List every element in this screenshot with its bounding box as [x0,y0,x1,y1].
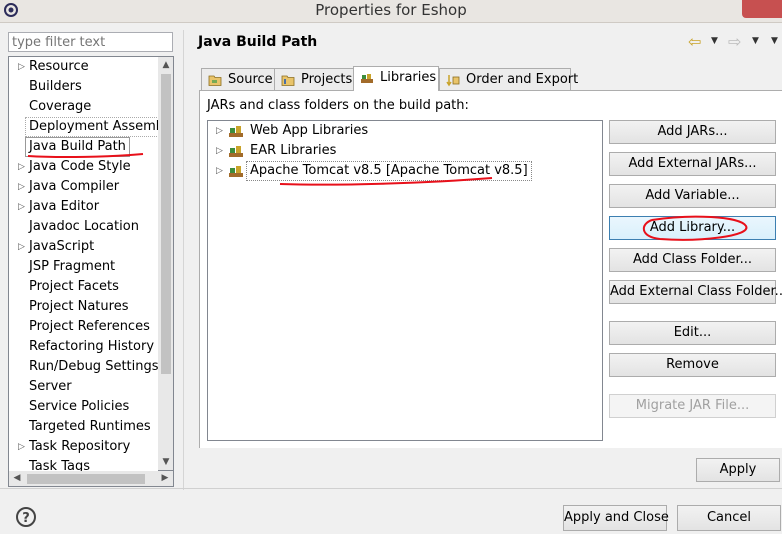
view-menu-icon[interactable]: ▼ [771,36,778,46]
remove-button[interactable]: Remove [609,353,776,377]
expand-arrow-icon[interactable]: ▷ [18,197,26,217]
tab-source[interactable]: Source [201,68,275,90]
apply-and-close-button[interactable]: Apply and Close [563,505,669,531]
add-external-class-folder-button[interactable]: Add External Class Folder... [609,280,782,304]
expand-arrow-icon[interactable]: ▷ [18,437,26,457]
expand-arrow-icon[interactable]: ▷ [18,237,26,257]
order-export-icon [446,75,460,87]
property-page-tree: ▷ Resource Builders Coverage Deployment A… [8,56,160,473]
tab-projects[interactable]: Projects [274,68,354,90]
expand-arrow-icon[interactable]: ▷ [18,57,26,77]
tree-horizontal-scrollbar[interactable]: ◀ ▶ [8,471,174,487]
build-path-label: JARs and class folders on the build path… [207,98,469,113]
add-library-button[interactable]: Add Library... [609,216,776,240]
forward-arrow-icon[interactable]: ⇨ [728,32,741,51]
projects-icon [281,75,295,86]
library-icon [229,166,243,177]
window-close-button[interactable] [742,0,782,18]
tab-order-and-export[interactable]: Order and Export [439,68,578,90]
page-title: Java Build Path [198,34,318,50]
scrollbar-thumb[interactable] [27,474,145,484]
add-jars-button[interactable]: Add JARs... [609,120,776,144]
chevron-down-icon[interactable]: ▼ [711,36,718,46]
chevron-down-icon[interactable]: ▼ [752,36,759,46]
scroll-left-icon[interactable]: ◀ [9,471,25,487]
tree-vertical-scrollbar[interactable]: ▲ ▼ [158,56,174,471]
expand-arrow-icon[interactable]: ▷ [216,161,223,181]
add-external-jars-button[interactable]: Add External JARs... [609,152,776,176]
expand-arrow-icon[interactable]: ▷ [18,177,26,197]
source-folder-icon [208,75,222,86]
add-class-folder-button[interactable]: Add Class Folder... [609,248,776,272]
tab-libraries[interactable]: Libraries [353,66,439,91]
filter-input[interactable] [8,32,173,52]
expand-arrow-icon[interactable]: ▷ [216,121,223,141]
library-icon [229,126,243,137]
scroll-right-icon[interactable]: ▶ [157,471,173,487]
panel-divider[interactable] [183,30,184,490]
add-variable-button[interactable]: Add Variable... [609,184,776,208]
libraries-icon [361,74,373,83]
title-bar: Properties for Eshop [0,0,782,23]
cancel-button[interactable]: Cancel [677,505,781,531]
scrollbar-thumb[interactable] [161,74,171,374]
expand-arrow-icon[interactable]: ▷ [18,157,26,177]
library-icon [229,146,243,157]
library-list: ▷ Web App Libraries ▷ EAR Libraries ▷ Ap… [207,120,603,441]
bottom-divider [0,488,782,489]
expand-arrow-icon[interactable]: ▷ [216,141,223,161]
scroll-down-icon[interactable]: ▼ [158,454,174,470]
apply-button[interactable]: Apply [696,458,780,482]
edit-button[interactable]: Edit... [609,321,776,345]
window-title: Properties for Eshop [315,1,467,19]
migrate-jar-button[interactable]: Migrate JAR File... [609,394,776,418]
help-icon[interactable]: ? [16,507,36,527]
scroll-up-icon[interactable]: ▲ [158,57,174,73]
back-arrow-icon[interactable]: ⇦ [688,32,701,51]
